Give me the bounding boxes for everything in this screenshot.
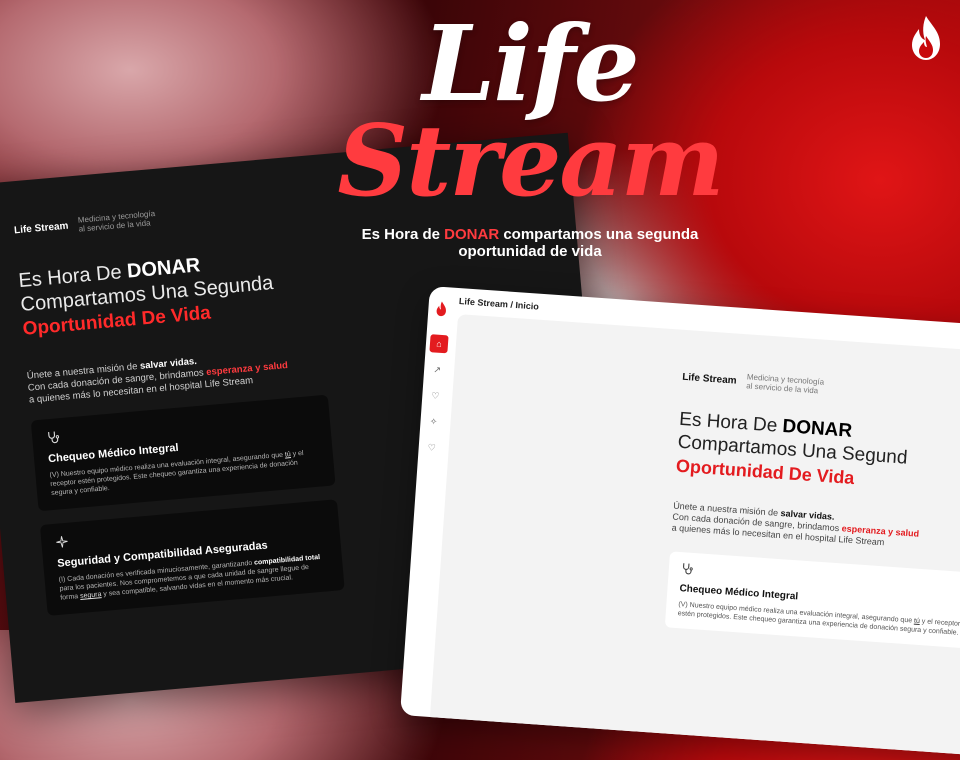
- hero-title-stream: Stream: [337, 104, 724, 219]
- light-screen-preview: ⌂ ↗ ♡ ✧ ♡ Life Stream / Inicio Life Stre…: [400, 286, 960, 760]
- main-panel: Life Stream Medicina y tecnología al ser…: [429, 314, 960, 760]
- light-card-checkup: Chequeo Médico Integral (V) Nuestro equi…: [664, 551, 960, 650]
- heart-check-icon[interactable]: ♡: [426, 386, 445, 405]
- light-intro: Únete a nuestra misión de salvar vidas. …: [671, 501, 953, 553]
- dark-card2-text-u: segura: [79, 591, 102, 600]
- light-logo-row: Life Stream Medicina y tecnología al ser…: [682, 368, 960, 408]
- light-heading-bold: DONAR: [781, 415, 853, 442]
- sparkle-icon[interactable]: ✧: [424, 412, 443, 431]
- tagline-highlight: DONAR: [444, 226, 500, 243]
- brand-flame-logo: [906, 14, 946, 67]
- light-logo-name[interactable]: Life Stream: [682, 371, 737, 386]
- hero-title: Life Stream: [300, 0, 760, 212]
- breadcrumb: Life Stream / Inicio: [458, 296, 540, 312]
- tagline-prefix: Es Hora de: [361, 226, 445, 243]
- home-icon[interactable]: ⌂: [429, 334, 449, 354]
- sidebar-flame-icon: [434, 300, 449, 320]
- light-logo-subtitle: Medicina y tecnología al servicio de la …: [745, 372, 825, 396]
- heart-icon[interactable]: ♡: [422, 438, 441, 457]
- dark-card-safety: Seguridad y Compatibilidad Aseguradas (I…: [39, 499, 345, 616]
- dark-card-checkup: Chequeo Médico Integral (V) Nuestro equi…: [30, 394, 336, 512]
- hero-tagline: Es Hora de DONAR compartamos una segunda…: [330, 226, 730, 260]
- flame-icon: [912, 16, 940, 60]
- dark-logo-subtitle: Medicina y tecnología al servicio de la …: [77, 208, 156, 234]
- dark-logo-name[interactable]: Life Stream: [14, 220, 69, 236]
- chart-icon[interactable]: ↗: [428, 360, 447, 379]
- dark-intro: Únete a nuestra misión de salvar vidas. …: [26, 346, 308, 406]
- hero-title-life: Life: [422, 2, 640, 125]
